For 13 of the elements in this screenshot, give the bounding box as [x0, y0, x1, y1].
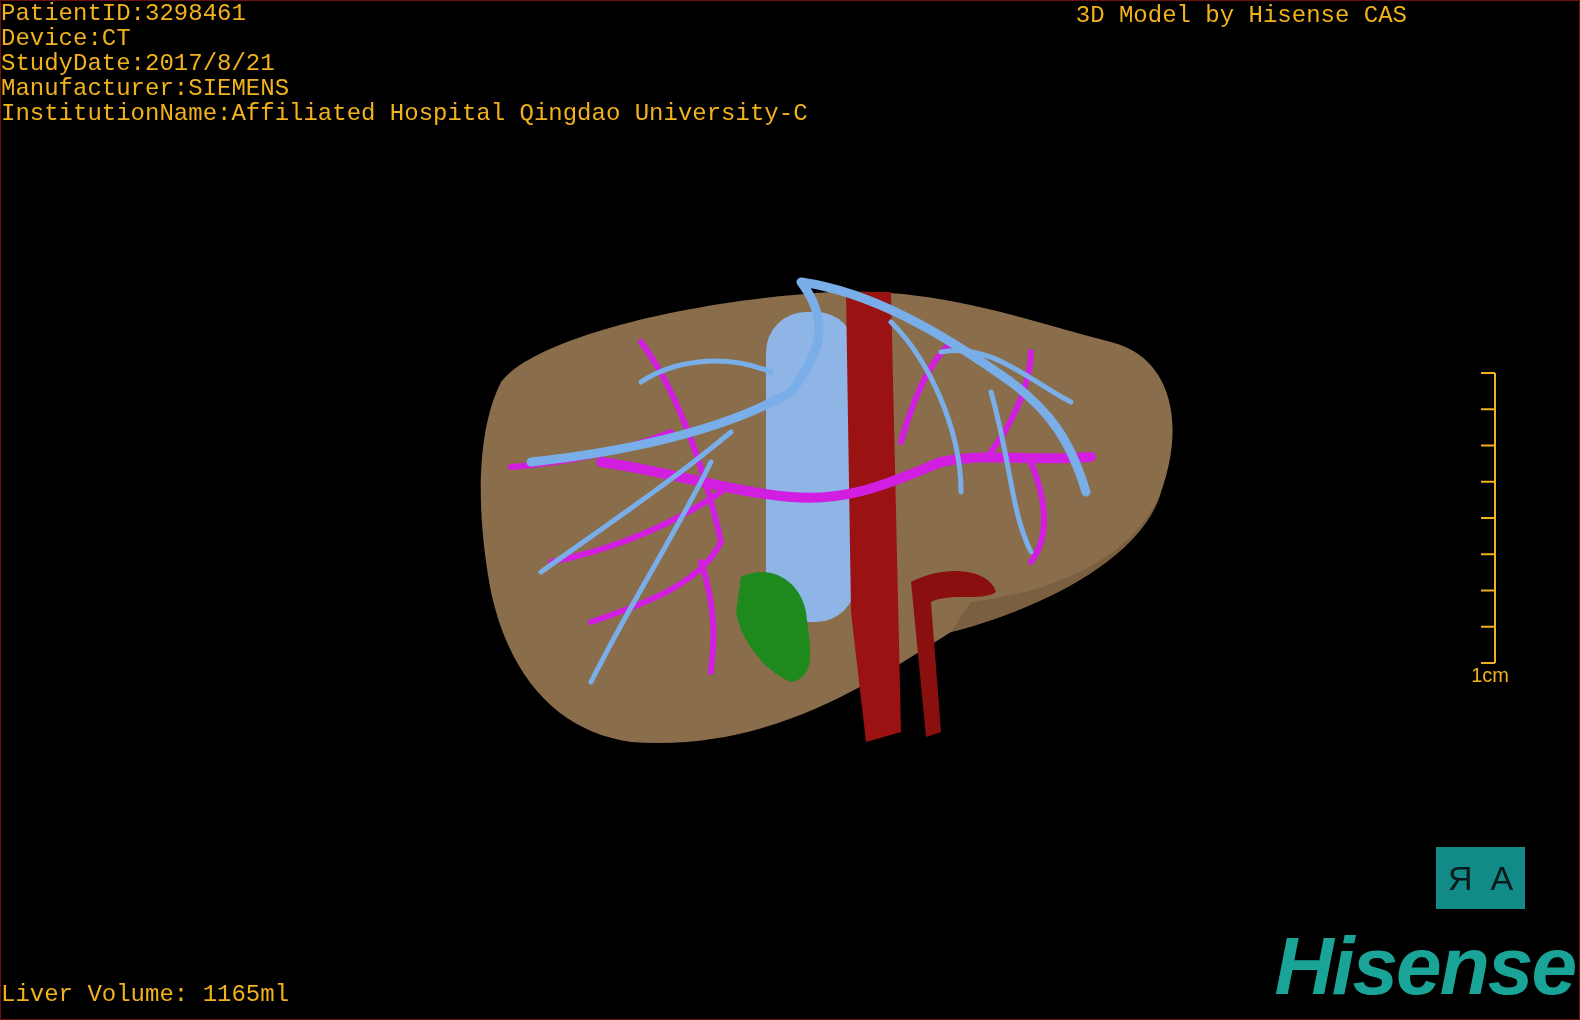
orientation-marker[interactable]: Я A	[1436, 847, 1525, 909]
study-info-text: StudyDate:2017/8/21	[1, 51, 276, 76]
study-info-text: Manufacturer:SIEMENS	[1, 76, 291, 101]
scale-bar-icon	[1479, 372, 1497, 664]
scale-label: 1cm	[1471, 664, 1509, 686]
brand-logo: Hisense	[1274, 927, 1575, 1005]
orientation-letter: Я	[1447, 858, 1473, 898]
liver-volume-text: Liver Volume: 1165ml	[1, 981, 290, 1009]
study-info-text: InstitutionName:Affiliated Hospital Qingdao University-C	[1, 101, 808, 126]
model-title: 3D Model by Hisense CAS	[1075, 1, 1407, 31]
study-info-text: Device:CT	[1, 26, 132, 51]
study-info-text: PatientID:3298461	[1, 1, 247, 26]
orientation-letter: A	[1490, 858, 1514, 898]
